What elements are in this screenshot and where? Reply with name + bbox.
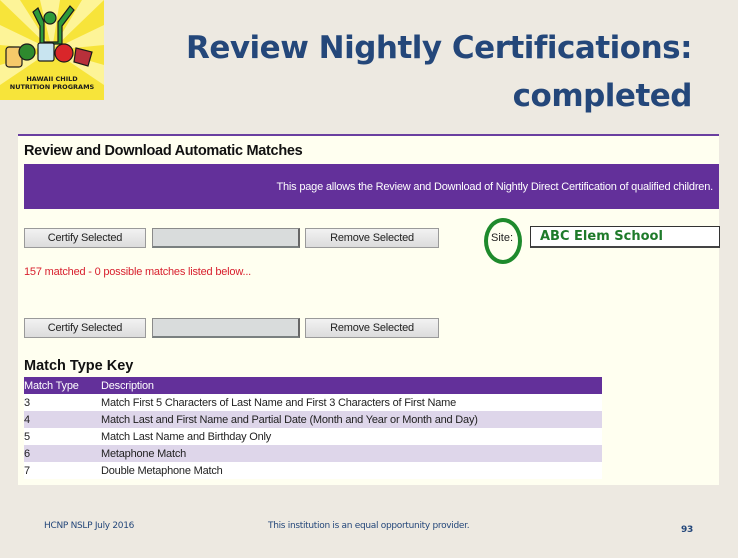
- description-cell: Match Last and First Name and Partial Da…: [101, 411, 602, 428]
- table-row: 5 Match Last Name and Birthday Only: [24, 428, 602, 445]
- banner-text: This page allows the Review and Download…: [276, 180, 713, 193]
- description-cell: Match Last Name and Birthday Only: [101, 428, 602, 445]
- hawaii-child-nutrition-logo: HAWAII CHILD NUTRITION PROGRAMS: [0, 0, 104, 100]
- slide-title-line-2: completed: [512, 78, 693, 114]
- match-type-cell: 3: [24, 394, 101, 411]
- slide-title: Review Nightly Certifications: completed: [185, 24, 693, 120]
- table-row: 7 Double Metaphone Match: [24, 462, 602, 479]
- remove-selected-button-top[interactable]: Remove Selected: [305, 228, 439, 248]
- table-row: 3 Match First 5 Characters of Last Name …: [24, 394, 602, 411]
- match-type-cell: 6: [24, 445, 101, 462]
- logo-line-1: HAWAII CHILD: [26, 75, 78, 83]
- footer-left: HCNP NSLP July 2016: [44, 521, 135, 531]
- match-status-text: 157 matched - 0 possible matches listed …: [24, 266, 252, 278]
- match-type-cell: 5: [24, 428, 101, 445]
- match-type-key-table: Match Type Description 3 Match First 5 C…: [24, 377, 602, 479]
- match-type-cell: 7: [24, 462, 101, 479]
- selection-field-bottom[interactable]: [152, 318, 300, 338]
- table-row: 4 Match Last and First Name and Partial …: [24, 411, 602, 428]
- site-label: Site:: [491, 232, 514, 244]
- remove-selected-button-bottom[interactable]: Remove Selected: [305, 318, 439, 338]
- description-cell: Metaphone Match: [101, 445, 602, 462]
- footer-center: This institution is an equal opportunity…: [268, 521, 470, 531]
- logo-line-2: NUTRITION PROGRAMS: [9, 83, 95, 91]
- site-select[interactable]: ABC Elem School: [530, 226, 720, 248]
- page-heading: Review and Download Automatic Matches: [24, 143, 303, 159]
- screenshot-panel: Review and Download Automatic Matches Th…: [18, 134, 720, 485]
- description-cell: Double Metaphone Match: [101, 462, 602, 479]
- slide-title-line-1: Review Nightly Certifications:: [185, 30, 693, 66]
- table-row: 6 Metaphone Match: [24, 445, 602, 462]
- table-header-row: Match Type Description: [24, 377, 602, 394]
- info-banner: This page allows the Review and Download…: [24, 164, 719, 209]
- logo-text: HAWAII CHILD NUTRITION PROGRAMS: [0, 75, 104, 91]
- description-cell: Match First 5 Characters of Last Name an…: [101, 394, 602, 411]
- page-number: 93: [681, 525, 693, 535]
- selection-field-top[interactable]: [152, 228, 300, 248]
- column-header-match-type: Match Type: [24, 377, 101, 394]
- match-type-cell: 4: [24, 411, 101, 428]
- certify-selected-button-top[interactable]: Certify Selected: [24, 228, 146, 248]
- column-header-description: Description: [101, 377, 602, 394]
- certify-selected-button-bottom[interactable]: Certify Selected: [24, 318, 146, 338]
- match-type-key-heading: Match Type Key: [24, 358, 134, 374]
